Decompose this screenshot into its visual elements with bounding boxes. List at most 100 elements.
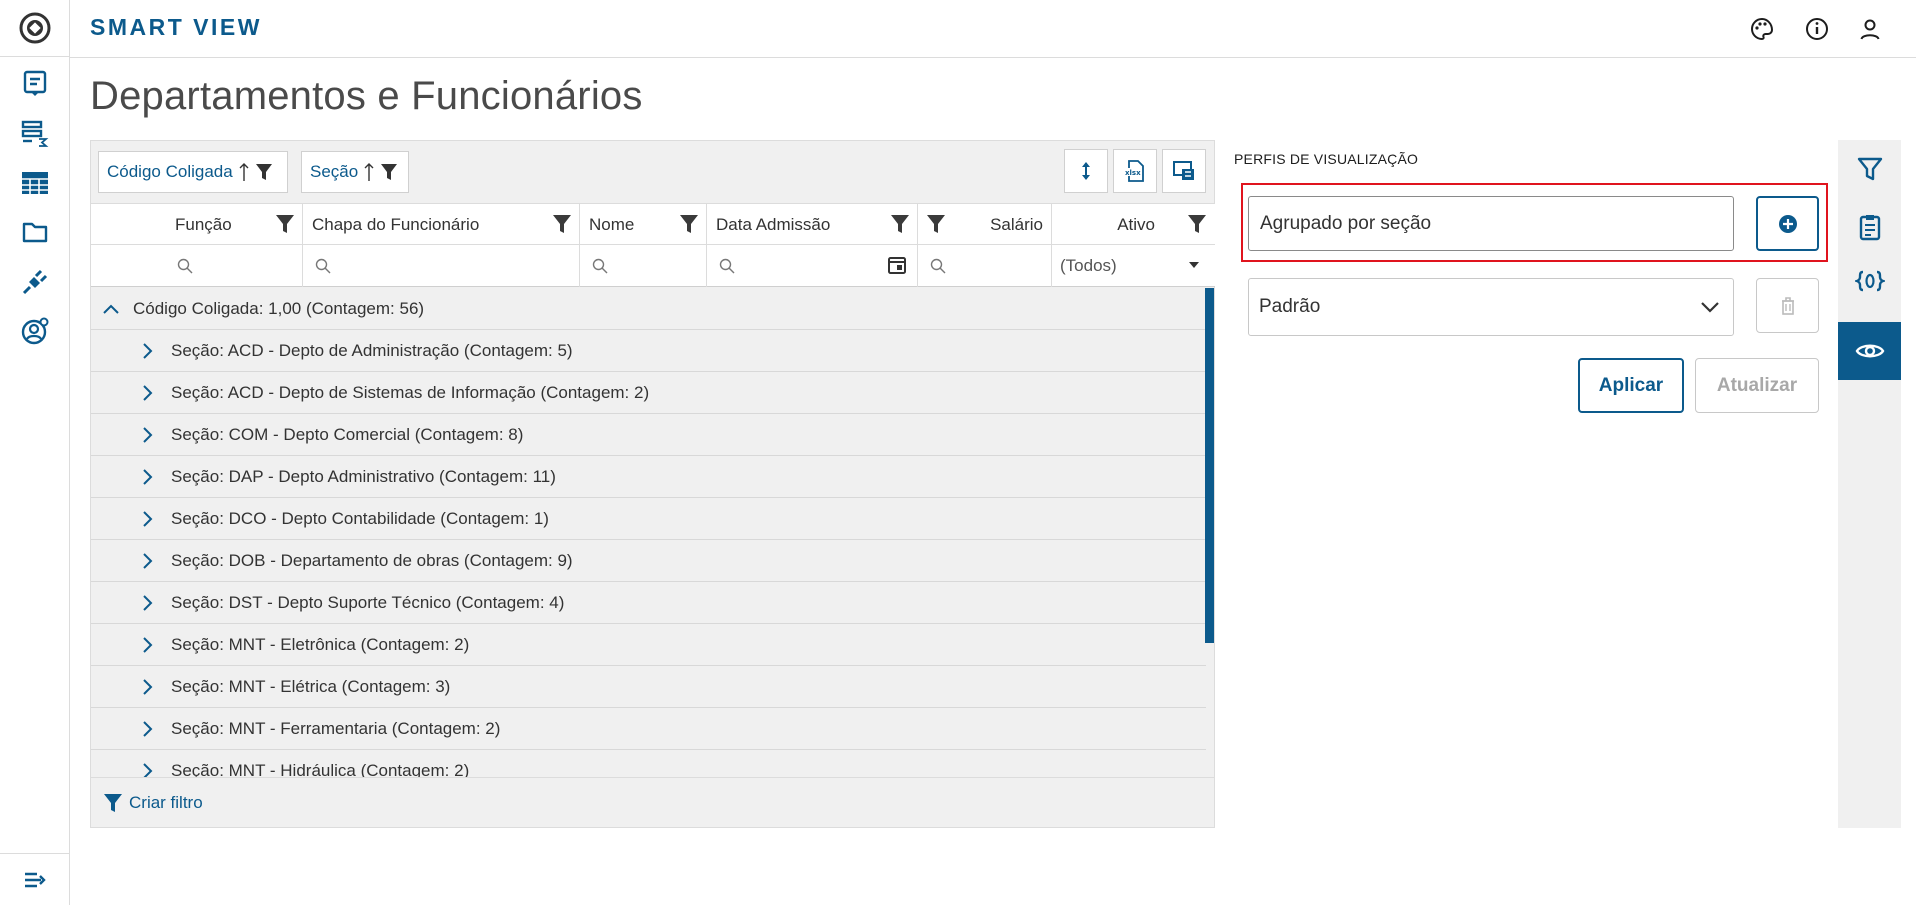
group-row[interactable]: Seção: MNT - Eletrônica (Contagem: 2) (91, 624, 1206, 666)
info-icon[interactable] (1802, 14, 1832, 44)
app-logo[interactable] (0, 0, 70, 57)
column-label: Salário (990, 215, 1043, 234)
chevron-right-icon[interactable] (143, 510, 153, 527)
column-chooser-icon[interactable] (1162, 149, 1206, 193)
data-grid: Código Coligada Seção xlsx Função Chapa … (90, 140, 1215, 828)
group-chip-label: Código Coligada (107, 162, 233, 181)
grid-filter-row: (Todos) (91, 245, 1215, 287)
update-button[interactable]: Atualizar (1695, 358, 1819, 413)
sort-asc-icon[interactable] (364, 162, 374, 182)
filter-cell-salario[interactable] (918, 245, 1052, 287)
column-header-ativo[interactable]: Ativo (1052, 204, 1215, 246)
group-row[interactable]: Seção: DST - Depto Suporte Técnico (Cont… (91, 582, 1206, 624)
folder-icon[interactable] (0, 207, 70, 257)
group-row-label: Seção: MNT - Ferramentaria (Contagem: 2) (171, 718, 501, 738)
filter-icon[interactable] (274, 213, 296, 235)
filter-icon[interactable] (1186, 213, 1208, 235)
caret-down-icon (1189, 262, 1199, 268)
filter-cell-chapa[interactable] (303, 245, 580, 287)
group-row[interactable]: Seção: MNT - Hidráulica (Contagem: 2) (91, 750, 1206, 778)
column-header-nome[interactable]: Nome (580, 204, 707, 246)
grid-body: Código Coligada: 1,00 (Contagem: 56) Seç… (91, 288, 1215, 778)
row-height-icon[interactable] (1064, 149, 1108, 193)
filter-cell-funcao[interactable] (91, 245, 303, 287)
filter-icon[interactable] (1838, 140, 1901, 198)
chevron-right-icon[interactable] (143, 636, 153, 653)
plug-icon[interactable] (0, 257, 70, 307)
top-header: SMART VIEW (70, 0, 1916, 58)
filter-cell-data-admissao[interactable] (707, 245, 918, 287)
filter-cell-nome[interactable] (580, 245, 707, 287)
eye-icon[interactable] (1838, 322, 1901, 380)
filter-icon[interactable] (678, 213, 700, 235)
column-header-funcao[interactable]: Função (91, 204, 303, 246)
group-row[interactable]: Seção: ACD - Depto de Administração (Con… (91, 330, 1206, 372)
filter-icon (104, 793, 122, 812)
vertical-scrollbar[interactable] (1205, 288, 1214, 643)
clipboard-icon[interactable] (1838, 198, 1901, 256)
group-row[interactable]: Seção: DOB - Departamento de obras (Cont… (91, 540, 1206, 582)
chevron-right-icon[interactable] (143, 552, 153, 569)
group-row[interactable]: Seção: MNT - Ferramentaria (Contagem: 2) (91, 708, 1206, 750)
search-icon (592, 258, 608, 274)
filter-select-value: (Todos) (1060, 256, 1117, 275)
group-row-coligada[interactable]: Código Coligada: 1,00 (Contagem: 56) (91, 288, 1206, 330)
column-label: Ativo (1117, 215, 1155, 234)
chevron-right-icon[interactable] (143, 384, 153, 401)
variables-icon[interactable] (1838, 254, 1901, 312)
filter-icon[interactable] (255, 163, 273, 181)
apply-button[interactable]: Aplicar (1578, 358, 1684, 413)
sort-asc-icon[interactable] (239, 162, 249, 182)
delete-profile-button[interactable] (1756, 278, 1819, 333)
export-xlsx-icon[interactable]: xlsx (1113, 149, 1157, 193)
report-icon[interactable] (0, 58, 70, 108)
palette-icon[interactable] (1747, 14, 1777, 44)
group-chip-label: Seção (310, 162, 359, 181)
filter-icon[interactable] (925, 213, 947, 235)
add-profile-button[interactable] (1756, 196, 1819, 251)
group-chip-codigo-coligada[interactable]: Código Coligada (98, 151, 288, 193)
profile-name-value: Agrupado por seção (1260, 212, 1432, 234)
filter-select-ativo[interactable]: (Todos) (1052, 245, 1215, 287)
user-icon[interactable] (1855, 14, 1885, 44)
group-row-label: Seção: MNT - Elétrica (Contagem: 3) (171, 676, 451, 696)
profile-name-input[interactable]: Agrupado por seção (1248, 196, 1734, 251)
svg-text:xlsx: xlsx (1125, 169, 1141, 177)
user-settings-icon[interactable] (0, 306, 70, 356)
chevron-right-icon[interactable] (143, 594, 153, 611)
chevron-right-icon[interactable] (143, 468, 153, 485)
group-row[interactable]: Seção: MNT - Elétrica (Contagem: 3) (91, 666, 1206, 708)
group-row[interactable]: Seção: COM - Depto Comercial (Contagem: … (91, 414, 1206, 456)
column-header-chapa[interactable]: Chapa do Funcionário (303, 204, 580, 246)
group-row[interactable]: Seção: DAP - Depto Administrativo (Conta… (91, 456, 1206, 498)
group-row-label: Seção: DAP - Depto Administrativo (Conta… (171, 466, 556, 486)
column-label: Data Admissão (716, 215, 831, 234)
calendar-icon[interactable] (887, 255, 907, 275)
group-row[interactable]: Seção: ACD - Depto de Sistemas de Inform… (91, 372, 1206, 414)
group-row[interactable]: Seção: DCO - Depto Contabilidade (Contag… (91, 498, 1206, 540)
chevron-up-icon[interactable] (103, 304, 119, 314)
chevron-down-icon (1701, 302, 1719, 313)
group-row-label: Seção: MNT - Eletrônica (Contagem: 2) (171, 634, 470, 654)
filter-icon[interactable] (551, 213, 573, 235)
profile-select[interactable]: Padrão (1248, 278, 1734, 336)
view-profiles-title: PERFIS DE VISUALIZAÇÃO (1234, 151, 1419, 167)
filter-icon[interactable] (889, 213, 911, 235)
create-filter-button[interactable]: Criar filtro (91, 777, 1215, 827)
column-header-data-admissao[interactable]: Data Admissão (707, 204, 918, 246)
expand-menu-icon[interactable] (0, 853, 70, 905)
summary-icon[interactable] (0, 108, 70, 158)
group-row-label: Seção: DST - Depto Suporte Técnico (Cont… (171, 592, 565, 612)
group-chip-secao[interactable]: Seção (301, 151, 409, 193)
column-header-salario[interactable]: Salário (918, 204, 1052, 246)
chevron-right-icon[interactable] (143, 342, 153, 359)
table-icon[interactable] (0, 158, 70, 208)
profile-select-value: Padrão (1259, 296, 1321, 317)
filter-icon[interactable] (380, 163, 398, 181)
chevron-right-icon[interactable] (143, 426, 153, 443)
chevron-right-icon[interactable] (143, 678, 153, 695)
group-row-label: Seção: DCO - Depto Contabilidade (Contag… (171, 508, 549, 528)
chevron-right-icon[interactable] (143, 762, 153, 779)
chevron-right-icon[interactable] (143, 720, 153, 737)
create-filter-label: Criar filtro (129, 792, 203, 812)
